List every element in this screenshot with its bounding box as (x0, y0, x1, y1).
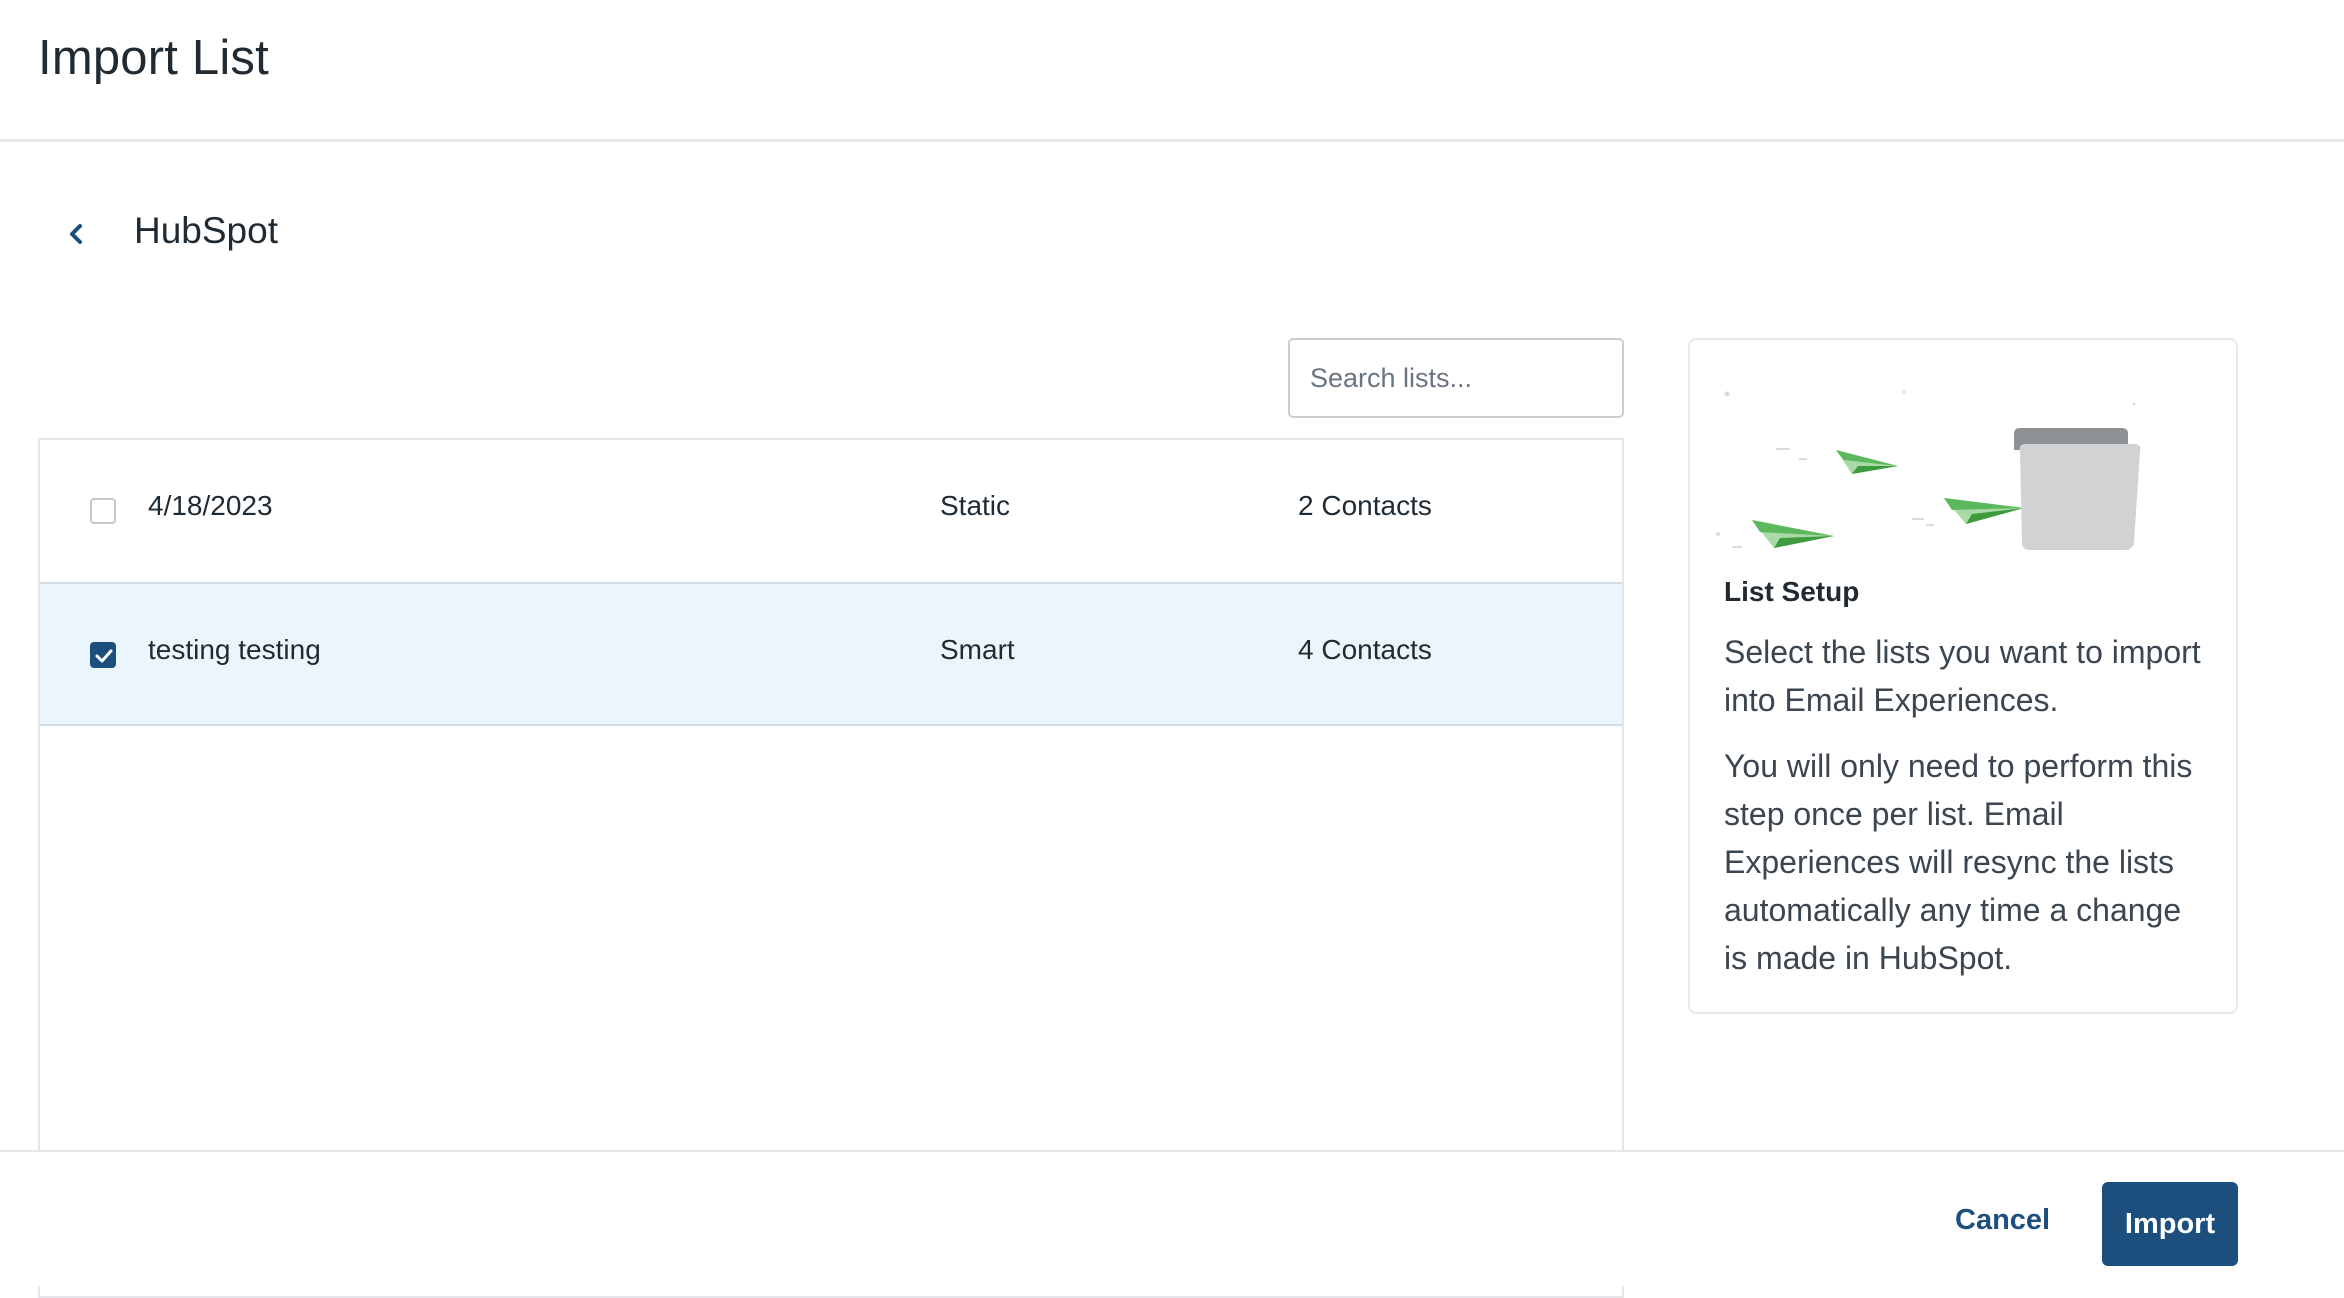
search-input[interactable] (1288, 338, 1624, 418)
list-type: Static (940, 490, 1011, 521)
table-row[interactable]: testing testing Smart 4 Contacts (40, 582, 1622, 726)
integration-title: HubSpot (134, 210, 278, 251)
row-checkbox[interactable] (90, 498, 116, 524)
list-name: 4/18/2023 (148, 490, 273, 521)
table-row[interactable]: 4/18/2023 Static 2 Contacts (40, 440, 1622, 584)
list-type: Smart (940, 634, 1015, 665)
card-description: Select the lists you want to import into… (1724, 634, 2201, 718)
paper-planes-folder-illustration (1716, 390, 2141, 550)
card-note: You will only need to perform this step … (1724, 748, 2193, 976)
checkmark-icon (95, 649, 113, 663)
list-contact-count: 2 Contacts (1298, 490, 1432, 521)
modal-header: Import List (0, 0, 2344, 142)
list-setup-card: List Setup Select the lists you want to … (1688, 338, 2238, 1014)
modal-footer: Cancel Import (0, 1150, 2344, 1286)
chevron-left-icon (70, 224, 82, 244)
import-button[interactable]: Import (2102, 1182, 2238, 1266)
cancel-button[interactable]: Cancel (1955, 1204, 2050, 1237)
row-checkbox[interactable] (90, 642, 116, 668)
list-contact-count: 4 Contacts (1298, 634, 1432, 665)
card-heading: List Setup (1724, 576, 1860, 607)
page-title: Import List (38, 31, 269, 85)
list-name: testing testing (148, 634, 321, 665)
back-button[interactable] (62, 214, 94, 254)
